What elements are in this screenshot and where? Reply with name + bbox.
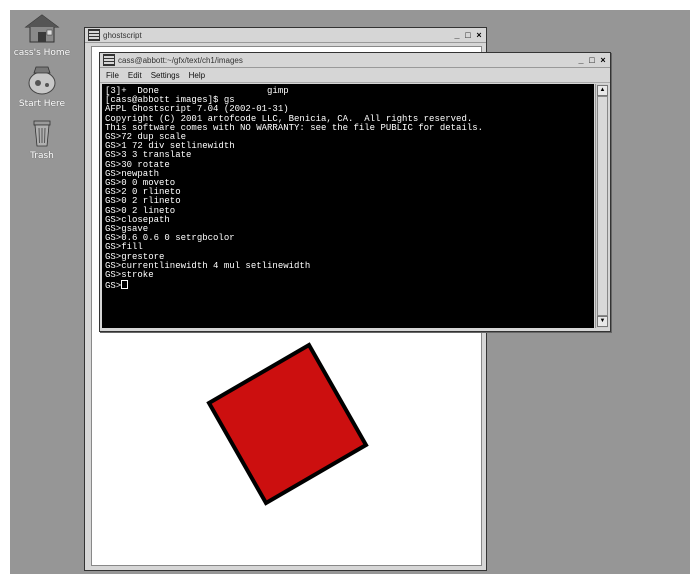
terminal-line: GS>stroke [105, 270, 154, 281]
terminal-line: GS>newpath [105, 168, 160, 179]
ghostscript-titlebar[interactable]: ghostscript _ □ × [85, 28, 486, 43]
terminal-prompt-line: GS> [105, 280, 591, 291]
terminal-line: GS>fill [105, 242, 143, 253]
window-title: cass@abbott:~/gfx/text/ch1/images [118, 55, 243, 65]
menu-edit[interactable]: Edit [128, 71, 142, 80]
desktop-icon-label: cass's Home [13, 48, 71, 58]
maximize-button[interactable]: □ [463, 30, 473, 40]
close-button[interactable]: × [598, 55, 608, 65]
start-here-icon [22, 63, 62, 97]
scroll-down-arrow-icon[interactable]: ▼ [597, 316, 608, 327]
vertical-scrollbar[interactable]: ▲ ▼ [595, 84, 608, 328]
scrollbar-thumb[interactable] [597, 96, 608, 316]
desktop-icon-start-here[interactable]: Start Here [10, 63, 74, 109]
terminal-titlebar[interactable]: cass@abbott:~/gfx/text/ch1/images _ □ × [100, 53, 610, 68]
terminal-line: GS>0 2 lineto [105, 205, 176, 216]
close-button[interactable]: × [474, 30, 484, 40]
text-cursor [121, 280, 129, 290]
terminal-output[interactable]: [3]+ Done gimp [cass@abbott images]$ gs … [102, 84, 594, 328]
terminal-line: GS>0 2 rlineto [105, 196, 181, 207]
terminal-line: GS>currentlinewidth 4 mul setlinewidth [105, 260, 311, 271]
minimize-button[interactable]: _ [452, 30, 462, 40]
terminal-line: GS>closepath [105, 214, 170, 225]
desktop-icon-label: Start Here [18, 99, 66, 109]
menu-settings[interactable]: Settings [151, 71, 180, 80]
desktop-icon-home[interactable]: cass's Home [10, 12, 74, 58]
home-icon [22, 12, 62, 46]
window-menu-icon[interactable] [103, 54, 115, 66]
window-title: ghostscript [103, 30, 142, 40]
scroll-up-arrow-icon[interactable]: ▲ [597, 85, 608, 96]
terminal-line: GS>0.6 0.6 0 setrgbcolor [105, 233, 235, 244]
rotated-square [206, 342, 369, 506]
terminal-line: GS>3 3 translate [105, 150, 192, 161]
terminal-line: GS>30 rotate [105, 159, 170, 170]
desktop-icon-label: Trash [30, 151, 54, 161]
minimize-button[interactable]: _ [576, 55, 586, 65]
trash-icon [22, 115, 62, 149]
terminal-window: cass@abbott:~/gfx/text/ch1/images _ □ × … [99, 52, 611, 332]
menu-help[interactable]: Help [189, 71, 205, 80]
desktop-icon-trash[interactable]: Trash [10, 115, 74, 161]
window-menu-icon[interactable] [88, 29, 100, 41]
terminal-prompt: GS> [105, 281, 122, 292]
menu-file[interactable]: File [106, 71, 119, 80]
maximize-button[interactable]: □ [587, 55, 597, 65]
terminal-menubar: File Edit Settings Help [100, 68, 610, 83]
